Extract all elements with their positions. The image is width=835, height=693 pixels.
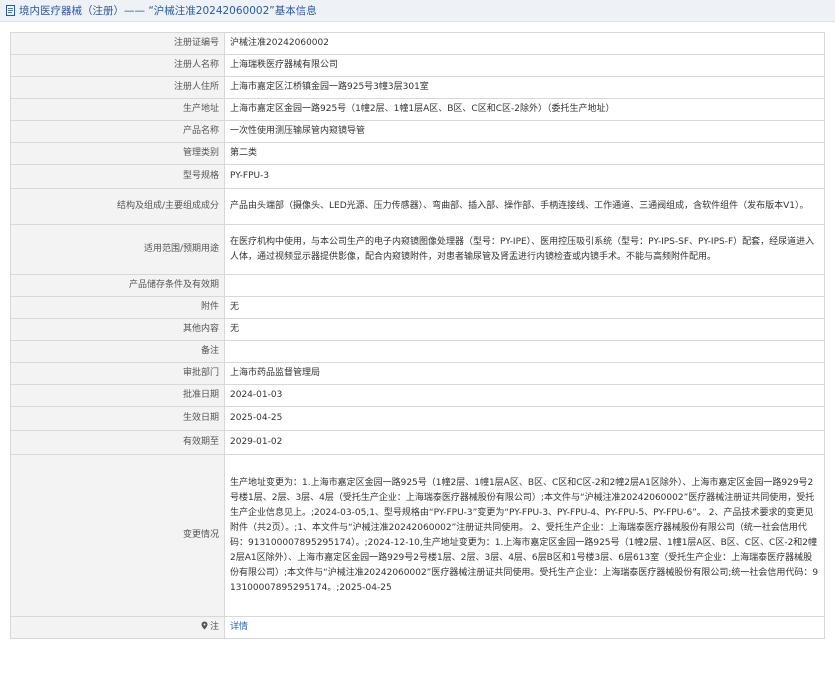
row-label: 有效期至 [10,430,225,455]
row-label: 结构及组成/主要组成成分 [10,188,225,225]
table-row: 批准日期 2024-01-03 [10,384,825,407]
document-icon [6,5,15,16]
table-row: 审批部门 上海市药品监督管理局 [10,362,825,385]
row-label: 备注 [10,340,225,363]
row-label: 生效日期 [10,406,225,431]
page-title-bar: 境内医疗器械（注册）—— “沪械注准20242060002”基本信息 [0,0,835,22]
row-value: 无 [224,296,825,319]
table-row: 注册人住所 上海市嘉定区江桥镇金园一路925号3幢3层301室 [10,76,825,99]
row-value: 第二类 [224,142,825,165]
row-value: 上海瑞秩医疗器械有限公司 [224,54,825,77]
row-value [224,274,825,297]
footer-label-text: 注 [209,622,219,632]
table-row: 注册人名称 上海瑞秩医疗器械有限公司 [10,54,825,77]
table-row: 型号规格 PY-FPU-3 [10,164,825,189]
row-label: 审批部门 [10,362,225,385]
table-row: 生产地址 上海市嘉定区金园一路925号（1幢2层、1幢1层A区、B区、C区和C区-… [10,98,825,121]
row-value: 在医疗机构中使用，与本公司生产的电子内窥镜图像处理器（型号：PY-IPE）、医用… [224,224,825,275]
footer-value: 详情 [224,616,825,639]
details-link[interactable]: 详情 [230,622,248,632]
row-label: 批准日期 [10,384,225,407]
row-label: 产品储存条件及有效期 [10,274,225,297]
table-row: 附件无 [10,296,825,319]
row-label: 生产地址 [10,98,225,121]
table-row-footer: 注 详情 [10,616,825,639]
row-value: 一次性使用测压输尿管内窥镜导管 [224,120,825,143]
row-value [224,340,825,363]
row-value: 沪械注准20242060002 [224,32,825,55]
row-value: 2025-04-25 [224,406,825,431]
table-row: 备注 [10,340,825,363]
row-value: PY-FPU-3 [224,164,825,189]
row-value: 2029-01-02 [224,430,825,455]
row-value: 无 [224,318,825,341]
table-row: 有效期至 2029-01-02 [10,430,825,455]
page-title: 境内医疗器械（注册）—— “沪械注准20242060002”基本信息 [19,5,317,17]
table-row: 注册证编号 沪械注准20242060002 [10,32,825,55]
row-label: 适用范围/预期用途 [10,224,225,275]
row-value: 上海市药品监督管理局 [224,362,825,385]
row-label: 注册证编号 [10,32,225,55]
row-value: 生产地址变更为：1.上海市嘉定区金园一路925号（1幢2层、1幢1层A区、B区、… [224,454,825,617]
table-row: 产品名称 一次性使用测压输尿管内窥镜导管 [10,120,825,143]
row-label: 型号规格 [10,164,225,189]
footer-label: 注 [10,616,225,639]
row-label: 其他内容 [10,318,225,341]
table-row: 其他内容无 [10,318,825,341]
row-label: 注册人住所 [10,76,225,99]
row-label: 产品名称 [10,120,225,143]
table-row: 适用范围/预期用途 在医疗机构中使用，与本公司生产的电子内窥镜图像处理器（型号：P… [10,224,825,275]
table-row: 管理类别 第二类 [10,142,825,165]
row-value: 2024-01-03 [224,384,825,407]
row-value: 上海市嘉定区江桥镇金园一路925号3幢3层301室 [224,76,825,99]
table-row: 产品储存条件及有效期 [10,274,825,297]
row-label: 变更情况 [10,454,225,617]
row-label: 附件 [10,296,225,319]
table-row: 变更情况 生产地址变更为：1.上海市嘉定区金园一路925号（1幢2层、1幢1层A区… [10,454,825,617]
location-pin-icon [201,621,208,630]
row-label: 注册人名称 [10,54,225,77]
table-row: 结构及组成/主要组成成分 产品由头端部（摄像头、LED光源、压力传感器）、弯曲部、… [10,188,825,225]
table-row: 生效日期 2025-04-25 [10,406,825,431]
row-value: 产品由头端部（摄像头、LED光源、压力传感器）、弯曲部、插入部、操作部、手柄连接… [224,188,825,225]
row-label: 管理类别 [10,142,225,165]
detail-table: 注册证编号 沪械注准20242060002 注册人名称 上海瑞秩医疗器械有限公司 注册人… [10,32,825,639]
row-value: 上海市嘉定区金园一路925号（1幢2层、1幢1层A区、B区、C区和C区-2除外）… [224,98,825,121]
